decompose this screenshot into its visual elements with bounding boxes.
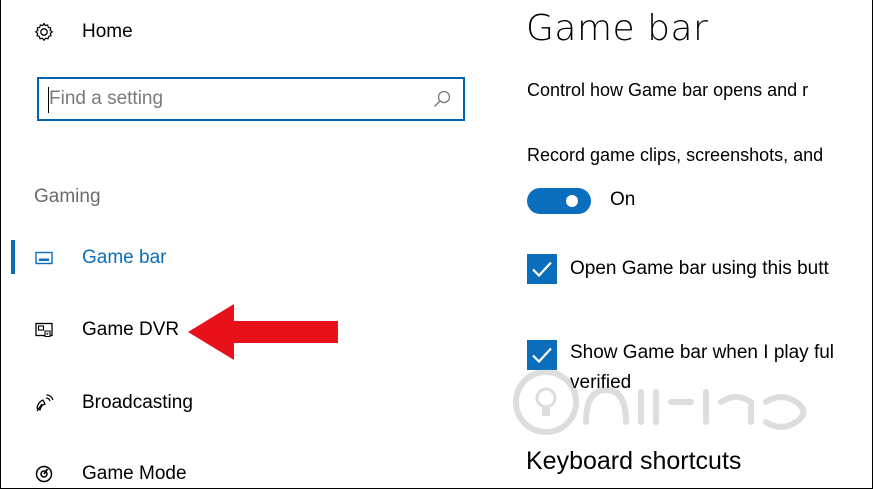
page-description: Control how Game bar opens and r [527,80,809,100]
toggle-state-label: On [610,189,636,210]
red-arrow-annotation [188,304,338,360]
game-dvr-icon [34,320,54,340]
show-game-bar-checkbox[interactable] [527,340,557,370]
sidebar-item-label: Broadcasting [82,392,193,413]
broadcasting-icon [34,393,54,413]
sidebar-item-label: Game bar [82,247,167,268]
search-input[interactable] [49,86,419,112]
game-bar-icon [34,248,54,268]
checkmark-icon [532,347,552,364]
open-game-bar-checkbox[interactable] [527,254,557,284]
sidebar: Home Gaming Game bar [1,0,496,488]
record-setting-label: Record game clips, screenshots, and [527,145,824,165]
main-content: Game bar Control how Game bar opens and … [496,0,872,488]
active-indicator [11,240,15,274]
search-icon[interactable] [431,88,453,110]
page-title: Game bar [526,8,709,49]
checkbox-label: Open Game bar using this butt [570,258,829,279]
settings-window: Home Gaming Game bar [0,0,873,489]
checkmark-icon [532,261,552,278]
record-toggle[interactable] [527,188,591,214]
section-heading: Gaming [34,186,101,207]
checkbox-label-continued: verified [570,372,632,393]
gear-icon [34,22,54,42]
sidebar-item-label: Game Mode [82,463,187,484]
home-label: Home [82,21,133,42]
checkbox-label: Show Game bar when I play ful [570,342,835,363]
sidebar-item-label: Game DVR [82,319,180,340]
toggle-knob [566,195,578,207]
search-box[interactable] [37,77,465,121]
game-mode-icon [34,464,54,484]
keyboard-shortcuts-heading: Keyboard shortcuts [526,447,742,475]
